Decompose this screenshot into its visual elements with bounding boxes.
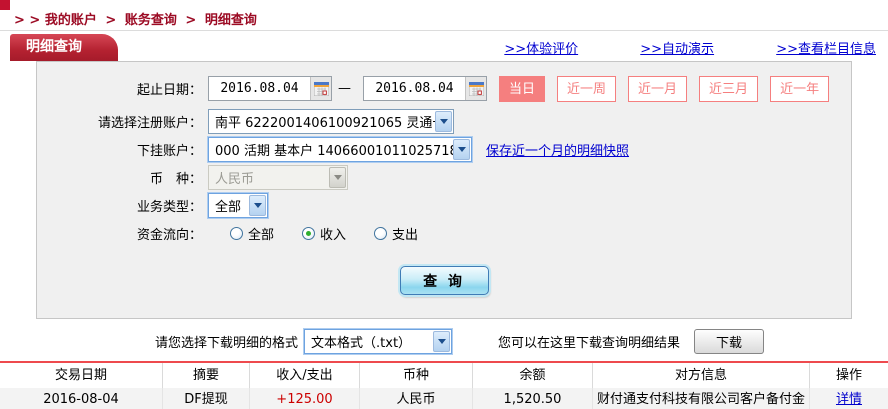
table-row: 2016-08-04 DF提现 +125.00 人民币 1,520.50 财付通…: [0, 388, 888, 409]
chevron-down-icon: [433, 330, 451, 352]
calendar-icon[interactable]: [465, 77, 486, 100]
download-format-select[interactable]: 文本格式（.txt）: [304, 328, 453, 354]
radio-selected-icon[interactable]: [302, 227, 316, 240]
link-auto-demo[interactable]: >>自动演示: [640, 42, 714, 57]
chevron-down-icon: [329, 167, 346, 188]
link-view-column-info[interactable]: >>查看栏目信息: [776, 42, 876, 57]
date-range-dash: —: [338, 81, 351, 96]
download-format-value: 文本格式（.txt）: [311, 335, 412, 351]
biztype-label: 业务类型：: [136, 200, 202, 215]
download-hint: 您可以在这里下载查询明细结果: [498, 335, 681, 351]
table-header-row: 交易日期 摘要 收入/支出 币种 余额 对方信息 操作: [0, 363, 888, 388]
cell-action: 详情: [810, 388, 888, 409]
radio-flow-expense-label: 支出: [392, 228, 419, 243]
breadcrumb-separator: >: [105, 13, 117, 28]
breadcrumb-item-detail-query: 明细查询: [204, 13, 257, 28]
col-header-summary: 摘要: [163, 363, 250, 388]
currency-value: 人民币: [215, 172, 255, 187]
form-row-register-account: 请选择注册账户： 南平 6222001406100921065 灵通卡: [37, 109, 851, 134]
register-account-value: 南平 6222001406100921065 灵通卡: [215, 116, 435, 131]
chevron-down-icon: [453, 139, 470, 160]
date-to-input[interactable]: 2016.08.04: [363, 76, 487, 101]
cell-amount: +125.00: [250, 388, 360, 409]
quick-range-year-button[interactable]: 近一年: [770, 75, 830, 102]
register-account-label: 请选择注册账户：: [97, 116, 202, 131]
breadcrumb-separator: >: [185, 13, 197, 28]
query-button[interactable]: 查 询: [399, 266, 489, 295]
cell-currency: 人民币: [360, 388, 473, 409]
col-header-balance: 余额: [473, 363, 593, 388]
tab-row: 明细查询 >>体验评价 >>自动演示 >>查看栏目信息: [0, 31, 888, 61]
download-button[interactable]: 下载: [694, 328, 765, 354]
detail-query-page: > > 我的账户 > 账务查询 > 明细查询 明细查询 >>体验评价 >>自动演…: [0, 0, 888, 409]
form-row-biztype: 业务类型： 全部: [37, 193, 851, 218]
sub-account-select[interactable]: 000 活期 基本户 1406600101102571848: [208, 137, 472, 162]
quick-range-3month-button[interactable]: 近三月: [699, 75, 759, 102]
radio-flow-income-label: 收入: [320, 228, 347, 243]
sub-account-value: 000 活期 基本户 1406600101102571848: [215, 144, 453, 159]
breadcrumb-item-account-query[interactable]: 账务查询: [125, 13, 177, 28]
cell-date: 2016-08-04: [0, 388, 163, 409]
radio-flow-income[interactable]: 收入: [302, 224, 346, 243]
col-header-action: 操作: [835, 368, 862, 383]
date-from-input[interactable]: 2016.08.04: [208, 76, 332, 101]
radio-icon[interactable]: [230, 227, 243, 240]
quick-range-month-button[interactable]: 近一月: [628, 75, 688, 102]
breadcrumb-item-my-account[interactable]: 我的账户: [45, 13, 97, 28]
col-header-counterparty: 对方信息: [593, 363, 810, 388]
radio-flow-expense[interactable]: 支出: [374, 224, 418, 243]
breadcrumb-prefix: > >: [14, 13, 41, 28]
link-experience-review[interactable]: >>体验评价: [504, 42, 578, 57]
radio-icon[interactable]: [374, 227, 388, 240]
chevron-down-icon: [435, 111, 452, 132]
date-to-value[interactable]: 2016.08.04: [364, 81, 465, 96]
form-row-flow: 资金流向： 全部 收入 支出: [37, 221, 851, 246]
cell-summary: DF提现: [163, 388, 250, 409]
quick-range-today-button[interactable]: 当日: [499, 75, 546, 102]
col-header-date: 交易日期: [0, 363, 163, 388]
biztype-value: 全部: [215, 200, 242, 215]
detail-link[interactable]: 详情: [836, 392, 862, 407]
corner-decoration: [0, 0, 10, 10]
form-row-date: 起止日期： 2016.08.04 — 2016.08.04 当日 近一周 近一月…: [37, 75, 851, 102]
cell-balance: 1,520.50: [473, 388, 593, 409]
top-bar: > > 我的账户 > 账务查询 > 明细查询: [0, 0, 888, 31]
chevron-down-icon: [249, 195, 266, 216]
register-account-select[interactable]: 南平 6222001406100921065 灵通卡: [208, 109, 454, 134]
calendar-icon[interactable]: [310, 77, 331, 100]
col-header-amount: 收入/支出: [250, 363, 360, 388]
top-links: >>体验评价 >>自动演示 >>查看栏目信息: [446, 38, 876, 57]
snapshot-link[interactable]: 保存近一个月的明细快照: [486, 140, 629, 159]
cell-counterparty: 财付通支付科技有限公司客户备付金: [593, 388, 810, 409]
currency-label: 币 种：: [149, 172, 202, 187]
currency-select-disabled: 人民币: [208, 165, 348, 190]
breadcrumb: > > 我的账户 > 账务查询 > 明细查询: [0, 0, 888, 28]
tab-detail-query[interactable]: 明细查询: [10, 34, 118, 61]
radio-flow-all[interactable]: 全部: [230, 224, 274, 243]
flow-label: 资金流向：: [136, 228, 202, 243]
download-row: 请您选择下载明细的格式 文本格式（.txt） 您可以在这里下载查询明细结果 下载: [0, 328, 888, 354]
date-from-value[interactable]: 2016.08.04: [209, 81, 310, 96]
quick-range-week-button[interactable]: 近一周: [557, 75, 617, 102]
form-row-sub-account: 下挂账户： 000 活期 基本户 1406600101102571848 保存近…: [37, 137, 851, 162]
radio-flow-all-label: 全部: [248, 228, 275, 243]
biztype-select[interactable]: 全部: [208, 193, 268, 218]
query-form: 起止日期： 2016.08.04 — 2016.08.04 当日 近一周 近一月…: [36, 61, 852, 319]
download-format-label: 请您选择下载明细的格式: [155, 335, 299, 351]
date-range-label: 起止日期：: [136, 83, 202, 98]
form-row-currency: 币 种： 人民币: [37, 165, 851, 190]
sub-account-label: 下挂账户：: [136, 144, 202, 159]
col-header-currency: 币种: [360, 363, 473, 388]
